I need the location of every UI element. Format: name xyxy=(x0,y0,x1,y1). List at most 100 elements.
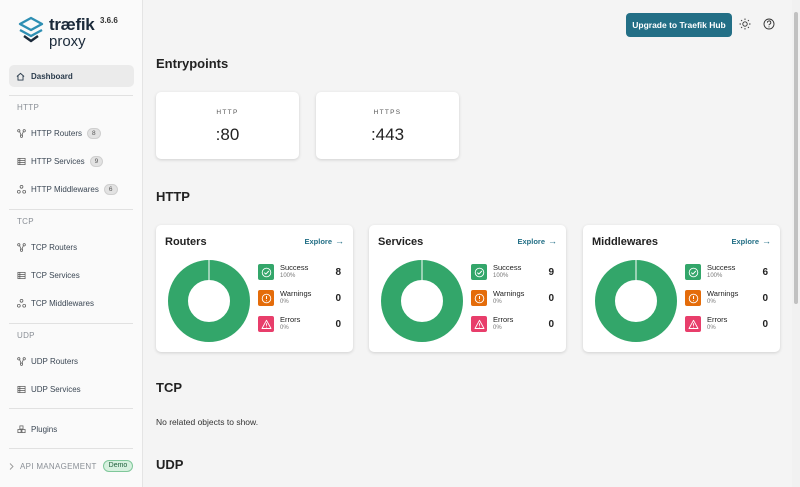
sidebar-item-plugins[interactable]: Plugins xyxy=(17,422,57,436)
sidebar-item-label: TCP Services xyxy=(31,270,80,280)
demo-badge: Demo xyxy=(102,460,134,472)
explore-link[interactable]: Explore → xyxy=(304,236,344,246)
section-label-udp: UDP xyxy=(17,331,35,340)
sidebar-item-label: Plugins xyxy=(31,424,58,434)
stat-value: 0 xyxy=(335,293,341,304)
check-circle-icon xyxy=(471,264,487,280)
stat-percent: 0% xyxy=(493,324,502,331)
logo-wordmark: træfik xyxy=(49,15,95,34)
sidebar-item-label: Dashboard xyxy=(31,71,73,81)
logo[interactable]: træfik proxy 3.6.6 xyxy=(18,15,118,50)
help-circle-icon[interactable] xyxy=(763,18,775,30)
entrypoint-card-http: HTTP :80 xyxy=(156,92,299,159)
status-donut-chart xyxy=(381,260,463,342)
sidebar-item-label: API MANAGEMENT xyxy=(20,461,97,471)
errors-stat: Errors 0% 0 xyxy=(258,316,343,334)
sidebar-item-api-management[interactable]: API MANAGEMENT Demo xyxy=(9,460,134,472)
stat-percent: 0% xyxy=(280,298,289,305)
alert-triangle-icon xyxy=(258,316,274,332)
http-section-title: HTTP xyxy=(156,189,190,204)
warnings-stat: Warnings 0% 0 xyxy=(258,290,343,308)
status-donut-chart xyxy=(168,260,250,342)
stat-value: 9 xyxy=(548,267,554,278)
services-icon xyxy=(17,271,26,279)
sidebar-item-tcp-services[interactable]: TCP Services xyxy=(17,268,80,282)
stat-percent: 100% xyxy=(280,272,296,279)
entrypoint-port: :80 xyxy=(215,125,240,144)
middlewares-icon xyxy=(17,184,26,194)
routers-icon xyxy=(17,242,26,252)
warnings-stat: Warnings 0% 0 xyxy=(471,290,556,308)
stat-value: 0 xyxy=(762,293,768,304)
stat-label: Errors xyxy=(280,315,301,324)
explore-link[interactable]: Explore → xyxy=(731,236,771,246)
check-circle-icon xyxy=(685,264,701,280)
stat-percent: 0% xyxy=(280,324,289,331)
stat-value: 0 xyxy=(335,319,341,330)
success-stat: Success 100% 9 xyxy=(471,264,556,282)
scrollbar[interactable] xyxy=(792,0,800,487)
services-icon xyxy=(17,157,26,165)
divider xyxy=(9,209,133,210)
stat-percent: 0% xyxy=(493,298,502,305)
routers-card: Routers Explore → Success 100% 8 Warnings 0… xyxy=(156,225,353,352)
arrow-right-icon: → xyxy=(548,236,557,246)
card-title: Services xyxy=(378,236,424,248)
sidebar-item-http-services[interactable]: HTTP Services 9 xyxy=(17,154,104,168)
traefik-logo-icon xyxy=(18,16,44,43)
upgrade-button[interactable]: Upgrade to Traefik Hub xyxy=(626,13,732,37)
plugins-icon xyxy=(17,425,26,433)
entrypoint-name: HTTPS xyxy=(373,109,402,116)
stat-value: 0 xyxy=(762,319,768,330)
explore-link[interactable]: Explore → xyxy=(517,236,557,246)
middlewares-card: Middlewares Explore → Success 100% 6 Warni… xyxy=(583,225,780,352)
stat-percent: 100% xyxy=(707,272,723,279)
divider xyxy=(9,95,133,96)
card-title: Middlewares xyxy=(592,236,659,248)
sidebar-item-http-routers[interactable]: HTTP Routers 8 xyxy=(17,126,101,140)
tcp-empty-message: No related objects to show. xyxy=(156,417,259,427)
services-icon xyxy=(17,385,26,393)
sidebar-item-udp-services[interactable]: UDP Services xyxy=(17,382,81,396)
section-label-tcp: TCP xyxy=(17,217,34,226)
sidebar: træfik proxy 3.6.6 Dashboard HTTP HTTP R… xyxy=(0,0,143,487)
stat-percent: 0% xyxy=(707,324,716,331)
sidebar-item-label: UDP Routers xyxy=(31,356,78,366)
stat-percent: 100% xyxy=(493,272,509,279)
success-stat: Success 100% 8 xyxy=(258,264,343,282)
sidebar-item-label: HTTP Middlewares xyxy=(31,184,99,194)
count-badge: 8 xyxy=(86,127,101,139)
sidebar-item-dashboard[interactable]: Dashboard xyxy=(9,65,134,87)
scrollbar-thumb[interactable] xyxy=(794,12,798,304)
chevron-right-icon xyxy=(9,462,14,470)
stat-percent: 0% xyxy=(707,298,716,305)
middlewares-icon xyxy=(17,298,26,308)
stat-value: 0 xyxy=(548,319,554,330)
tcp-section-title: TCP xyxy=(156,380,182,395)
logo-subtitle: proxy xyxy=(49,33,86,50)
stat-label: Warnings xyxy=(280,289,312,298)
stat-label: Warnings xyxy=(493,289,525,298)
entrypoint-card-https: HTTPS :443 xyxy=(316,92,459,159)
sidebar-item-tcp-middlewares[interactable]: TCP Middlewares xyxy=(17,296,94,310)
sun-icon[interactable] xyxy=(739,18,751,30)
stat-label: Warnings xyxy=(707,289,739,298)
stat-value: 6 xyxy=(762,267,768,278)
errors-stat: Errors 0% 0 xyxy=(471,316,556,334)
stat-label: Success xyxy=(707,263,736,272)
stat-label: Success xyxy=(493,263,522,272)
card-title: Routers xyxy=(165,236,207,248)
divider xyxy=(9,408,133,409)
services-card: Services Explore → Success 100% 9 Warnings… xyxy=(369,225,566,352)
stat-value: 8 xyxy=(335,267,341,278)
entrypoints-title: Entrypoints xyxy=(156,56,229,71)
section-label-http: HTTP xyxy=(17,103,40,112)
routers-icon xyxy=(17,356,26,366)
routers-icon xyxy=(17,128,26,138)
sidebar-item-tcp-routers[interactable]: TCP Routers xyxy=(17,240,77,254)
sidebar-item-udp-routers[interactable]: UDP Routers xyxy=(17,354,78,368)
sidebar-item-label: TCP Routers xyxy=(31,242,78,252)
alert-circle-icon xyxy=(471,290,487,306)
sidebar-item-http-middlewares[interactable]: HTTP Middlewares 6 xyxy=(17,182,118,196)
status-donut-chart xyxy=(595,260,677,342)
